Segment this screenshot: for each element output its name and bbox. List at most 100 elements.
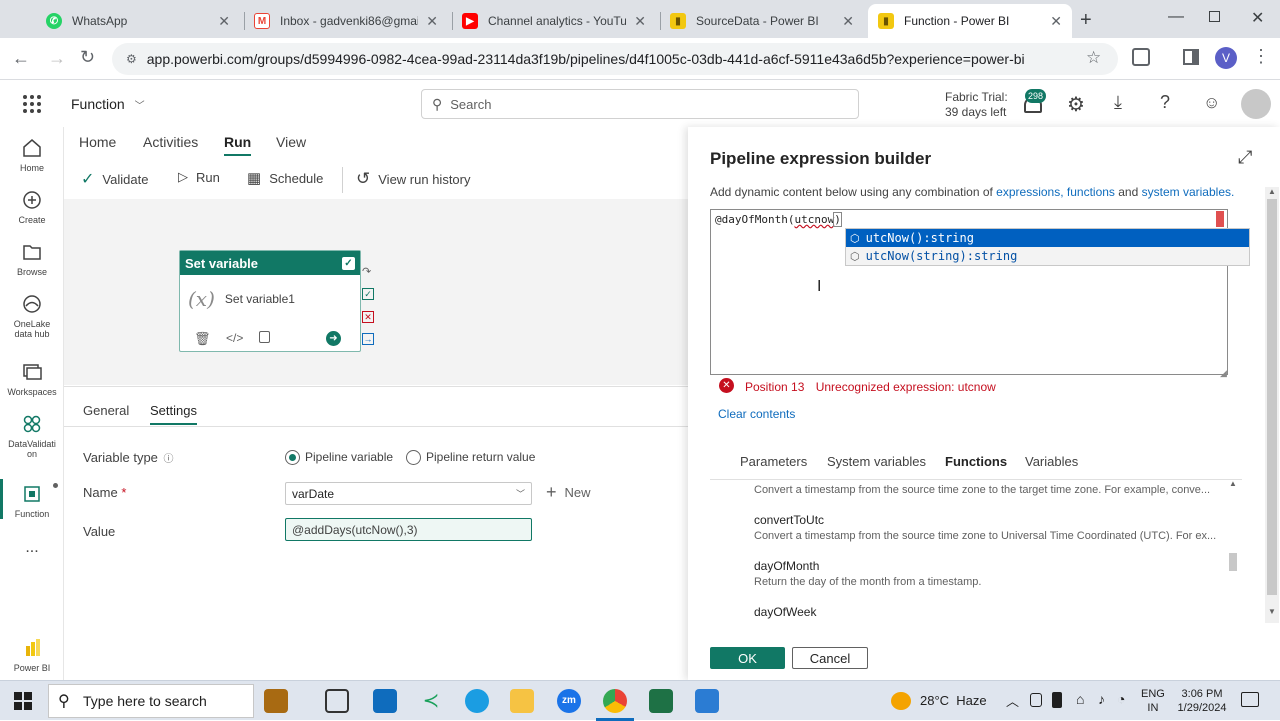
bookmark-star-icon[interactable]: ☆ [1086, 48, 1101, 68]
scroll-down-icon[interactable]: ▼ [1268, 607, 1276, 616]
cancel-button[interactable]: Cancel [792, 647, 868, 669]
validate-button[interactable]: ✓ Validate [81, 169, 148, 189]
completion-connector-icon[interactable]: → [362, 333, 374, 345]
tab-run[interactable]: Run [224, 134, 252, 156]
run-button[interactable]: ▷ Run [178, 169, 220, 185]
show-hidden-icons[interactable]: ︿ [1006, 691, 1019, 710]
clear-contents-link[interactable]: Clear contents [718, 407, 795, 421]
task-view-icon[interactable] [325, 689, 349, 713]
tab-settings[interactable]: Settings [150, 403, 197, 425]
arrow-right-icon[interactable]: ➜ [326, 331, 341, 346]
minimize-icon[interactable]: — [1168, 8, 1184, 26]
battery-icon[interactable] [1052, 692, 1062, 708]
code-icon[interactable]: </> [226, 331, 243, 345]
user-avatar[interactable] [1241, 89, 1271, 119]
feedback-icon[interactable]: ☺ [1203, 93, 1220, 113]
ok-button[interactable]: OK [710, 647, 785, 669]
sidebar-icon[interactable] [1183, 49, 1199, 65]
scroll-thumb[interactable] [1229, 553, 1237, 571]
copy-icon[interactable] [259, 331, 270, 343]
network-icon[interactable]: ⌂ [1076, 691, 1084, 707]
settings-gear-icon[interactable]: ⚙ [1067, 92, 1085, 117]
maximize-icon[interactable] [1209, 11, 1220, 22]
clock[interactable]: 3:06 PM 1/29/2024 [1174, 687, 1230, 715]
expressions-link[interactable]: expressions, [996, 185, 1063, 199]
nav-home[interactable]: Home [0, 137, 64, 173]
nav-function[interactable]: Function [0, 483, 64, 519]
close-icon[interactable]: ✕ [426, 13, 438, 30]
nav-workspaces[interactable]: Workspaces [0, 361, 64, 397]
close-icon[interactable]: ✕ [842, 13, 854, 30]
notification-center-icon[interactable] [1241, 692, 1259, 707]
search-input[interactable]: ⚲ Search [421, 89, 859, 119]
tab-youtube[interactable]: ▶ Channel analytics - YouTube ✕ [452, 4, 656, 38]
vscode-icon[interactable]: ≺ [419, 689, 443, 713]
set-variable-activity[interactable]: Set variable ✓ (x) Set variable1 🗑 </> ➜ [179, 250, 361, 352]
nav-browse[interactable]: Browse [0, 241, 64, 277]
nav-create[interactable]: Create [0, 189, 64, 225]
back-icon[interactable]: ← [12, 48, 30, 69]
close-icon[interactable]: ✕ [634, 13, 646, 30]
chrome-icon[interactable] [603, 689, 627, 713]
profile-avatar[interactable]: V [1215, 47, 1237, 69]
function-name[interactable]: dayOfMonth [754, 559, 819, 573]
suggestion-item[interactable]: ⬡ utcNow():string [846, 229, 1249, 247]
value-input[interactable]: @addDays(utcNow(),3) [285, 518, 532, 541]
resize-handle-icon[interactable]: ◢ [1220, 368, 1227, 379]
system-variables-link[interactable]: system variables. [1142, 185, 1235, 199]
scroll-thumb[interactable] [1267, 199, 1277, 595]
close-icon[interactable]: ✕ [218, 13, 230, 30]
name-select[interactable]: varDate ﹀ [285, 482, 532, 505]
windows-start-icon[interactable] [14, 692, 32, 710]
view-run-history-button[interactable]: ↺ View run history [356, 169, 471, 189]
browser-menu-icon[interactable]: ⋮ [1252, 46, 1270, 67]
photos-icon[interactable] [695, 689, 719, 713]
url-field[interactable]: ⚙ app.powerbi.com/groups/d5994996-0982-4… [112, 43, 1118, 75]
reload-icon[interactable]: ↻ [80, 47, 95, 68]
radio-pipeline-return-value[interactable]: Pipeline return value [406, 449, 535, 466]
language-indicator[interactable]: ENG IN [1141, 687, 1165, 715]
wifi-icon[interactable]: ◔ [1117, 691, 1125, 707]
info-icon[interactable]: ⓘ [164, 454, 174, 465]
failure-connector-icon[interactable]: ✕ [362, 311, 374, 323]
tab-activities[interactable]: Activities [143, 134, 198, 150]
zoom-icon[interactable]: zm [557, 689, 581, 713]
pipeline-canvas[interactable] [64, 199, 688, 385]
meet-now-icon[interactable] [1030, 693, 1042, 707]
new-variable-button[interactable]: + New [546, 482, 591, 503]
functions-link[interactable]: functions [1067, 185, 1115, 199]
tab-variables[interactable]: Variables [1025, 454, 1078, 469]
window-close-icon[interactable]: ✕ [1251, 8, 1264, 28]
delete-icon[interactable]: 🗑 [194, 331, 211, 347]
success-connector-icon[interactable]: ✓ [362, 288, 374, 300]
mail-icon[interactable] [373, 689, 397, 713]
function-name[interactable]: dayOfWeek [754, 605, 816, 619]
functions-scrollbar[interactable]: ▲ [1228, 479, 1238, 621]
expand-icon[interactable]: ⤢ [1238, 147, 1252, 168]
scroll-up-icon[interactable]: ▲ [1229, 479, 1237, 488]
nav-more[interactable]: ... [0, 539, 64, 557]
nav-powerbi[interactable]: Power BI [0, 637, 64, 673]
item-name-dropdown[interactable]: Function ﹀ [71, 96, 145, 112]
forward-icon[interactable]: → [48, 48, 66, 69]
tab-gmail[interactable]: M Inbox - gadvenki86@gmail.c ✕ [244, 4, 448, 38]
panel-scrollbar[interactable]: ▲ ▼ [1265, 187, 1279, 623]
volume-icon[interactable]: ♪ [1098, 691, 1105, 707]
help-icon[interactable]: ? [1160, 92, 1170, 113]
tab-view[interactable]: View [276, 134, 306, 150]
briefcase-icon[interactable] [264, 689, 288, 713]
nav-datavalidation[interactable]: DataValidati on [0, 413, 64, 459]
tab-sourcedata[interactable]: ▮ SourceData - Power BI ✕ [660, 4, 864, 38]
taskbar-search-input[interactable]: ⚲ Type here to search [48, 684, 254, 718]
excel-icon[interactable] [649, 689, 673, 713]
nav-onelake[interactable]: OneLake data hub [0, 293, 64, 339]
file-explorer-icon[interactable] [510, 689, 534, 713]
suggestion-item[interactable]: ⬡ utcNow(string):string [846, 247, 1249, 265]
close-icon[interactable]: ✕ [1050, 13, 1062, 30]
tab-functions[interactable]: Functions [945, 454, 1007, 469]
new-tab-icon[interactable]: + [1080, 9, 1092, 32]
scroll-up-icon[interactable]: ▲ [1268, 187, 1276, 196]
function-name[interactable]: convertToUtc [754, 513, 824, 527]
tab-function[interactable]: ▮ Function - Power BI ✕ [868, 4, 1072, 38]
radio-pipeline-variable[interactable]: Pipeline variable [285, 449, 393, 466]
